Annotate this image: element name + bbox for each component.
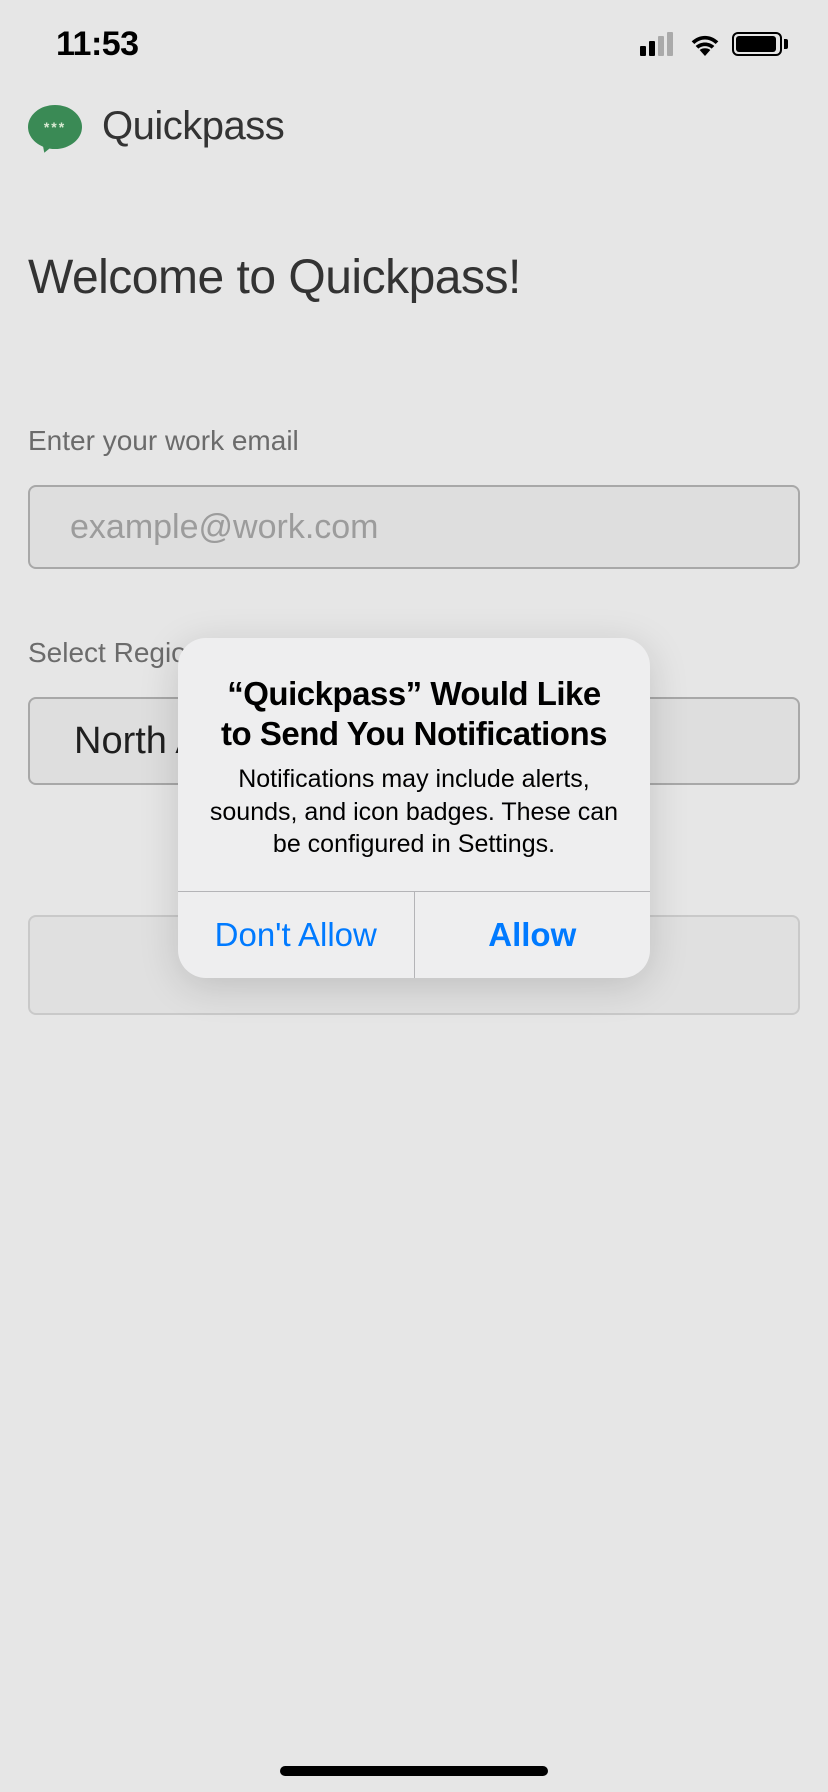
home-indicator[interactable] [280,1766,548,1776]
dont-allow-label: Don't Allow [215,916,377,954]
allow-button[interactable]: Allow [414,892,651,978]
alert-title: “Quickpass” Would Like to Send You Notif… [208,674,620,753]
allow-label: Allow [488,916,576,954]
alert-message: Notifications may include alerts, sounds… [208,763,620,861]
notification-permission-alert: “Quickpass” Would Like to Send You Notif… [178,638,650,978]
dont-allow-button[interactable]: Don't Allow [178,892,414,978]
